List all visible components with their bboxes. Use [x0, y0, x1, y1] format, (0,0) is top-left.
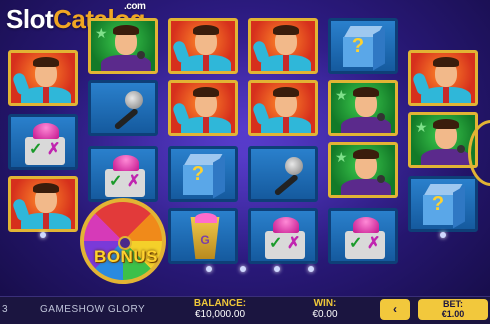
bet-label: BET:	[443, 299, 463, 309]
cross-icon: ✗	[367, 235, 381, 252]
host-hair	[193, 87, 219, 97]
question-mark-icon: ?	[351, 35, 365, 57]
check-icon: ✓	[29, 141, 43, 158]
button-dome	[33, 123, 59, 139]
host-tie	[443, 87, 449, 103]
question-mark-icon: ?	[191, 163, 205, 185]
symbol-button-check-cross: ✓ ✗	[88, 146, 158, 202]
cross-icon: ✗	[287, 235, 301, 252]
bottom-bar: 3 GAMESHOW GLORY BALANCE: €10,000.00 WIN…	[0, 296, 490, 324]
host-tie	[43, 87, 49, 103]
host-hair	[353, 87, 379, 97]
watermark-slot: Slot	[6, 4, 54, 34]
symbol-pedestal: G	[168, 208, 238, 264]
light-bulb	[308, 266, 314, 272]
menu-partial-label: 3	[2, 304, 8, 315]
symbol-host-purple: ★	[328, 142, 398, 198]
balance-label: BALANCE:	[193, 298, 247, 309]
light-bulb	[40, 232, 46, 238]
host-tie	[283, 55, 289, 71]
microphone-icon	[125, 91, 143, 109]
check-icon: ✓	[109, 173, 123, 190]
symbol-button-check-cross: ✓ ✗	[248, 208, 318, 264]
light-bulb	[240, 266, 246, 272]
bet-value: €1.00	[441, 309, 465, 319]
microphone-handle	[273, 173, 299, 197]
symbol-host-cyan	[248, 80, 318, 136]
pedestal-logo: G	[200, 233, 210, 247]
microphone-icon	[285, 157, 303, 175]
symbol-button-check-cross: ✓ ✗	[8, 114, 78, 170]
microphone-icon	[377, 175, 385, 183]
symbol-host-cyan	[408, 50, 478, 106]
star-icon: ★	[335, 87, 348, 103]
symbol-host-purple: ★	[88, 18, 158, 74]
microphone-icon	[137, 51, 145, 59]
host-hair	[113, 25, 139, 35]
button-dome	[113, 155, 139, 171]
symbol-host-cyan	[248, 18, 318, 74]
cross-icon: ✗	[127, 173, 141, 190]
light-bulb	[206, 266, 212, 272]
balance-value: €10,000.00	[194, 309, 246, 320]
check-icon: ✓	[349, 235, 363, 252]
light-bulb	[274, 266, 280, 272]
cube-side	[373, 27, 385, 71]
cross-icon: ✗	[47, 141, 61, 158]
microphone-handle	[113, 107, 139, 131]
host-hair	[33, 183, 59, 193]
check-icon: ✓	[269, 235, 283, 252]
button-dome	[353, 217, 379, 233]
win-label: WIN:	[313, 298, 337, 309]
question-mark-icon: ?	[431, 193, 445, 215]
cube-side	[453, 185, 465, 229]
host-tie	[203, 117, 209, 133]
bonus-label: BONUS	[94, 247, 158, 266]
game-title: GAMESHOW GLORY	[40, 304, 146, 315]
symbol-microphone	[88, 80, 158, 136]
host-hair	[433, 57, 459, 67]
watermark-suffix: .com	[124, 1, 146, 12]
host-hair	[193, 25, 219, 35]
cube-side	[213, 155, 225, 199]
symbol-microphone	[248, 146, 318, 202]
host-hair	[273, 25, 299, 35]
symbol-host-cyan	[168, 18, 238, 74]
pedestal-button	[195, 213, 217, 223]
symbol-host-cyan	[168, 80, 238, 136]
host-hair	[33, 57, 59, 67]
symbol-host-purple: ★	[328, 80, 398, 136]
bonus-wheel	[80, 198, 166, 284]
back-button[interactable]: ‹	[380, 299, 410, 320]
light-bulb	[440, 232, 446, 238]
star-icon: ★	[415, 119, 428, 135]
symbol-mystery-box: ?	[408, 176, 478, 232]
host-tie	[283, 117, 289, 133]
button-dome	[273, 217, 299, 233]
host-hair	[353, 149, 379, 159]
host-tie	[43, 213, 49, 229]
host-hair	[433, 119, 459, 129]
bet-button[interactable]: BET: €1.00	[418, 299, 488, 320]
microphone-icon	[377, 113, 385, 121]
symbol-mystery-box: ?	[168, 146, 238, 202]
host-tie	[203, 55, 209, 71]
symbol-button-check-cross: ✓ ✗	[328, 208, 398, 264]
host-hair	[273, 87, 299, 97]
symbol-host-cyan	[8, 176, 78, 232]
star-icon: ★	[95, 25, 108, 41]
symbol-mystery-box: ?	[328, 18, 398, 74]
win-value: €0.00	[312, 309, 338, 320]
microphone-icon	[457, 145, 465, 153]
symbol-host-cyan	[8, 50, 78, 106]
star-icon: ★	[335, 149, 348, 165]
